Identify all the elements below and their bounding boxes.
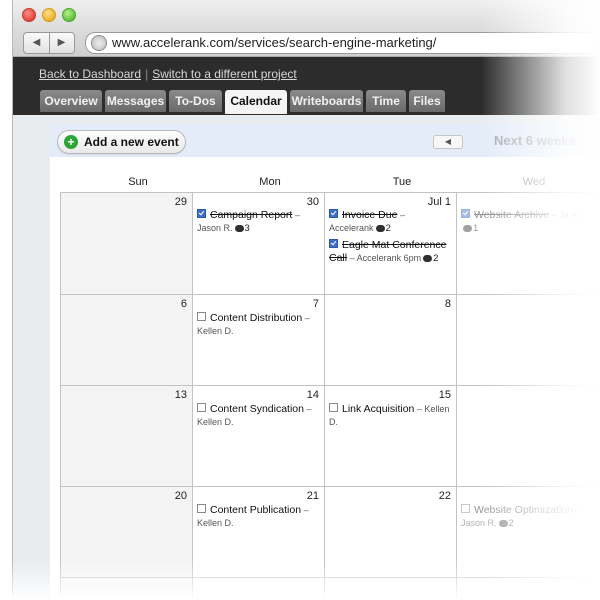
link-separator: | bbox=[145, 67, 149, 81]
event-title[interactable]: Invoice Due bbox=[342, 209, 397, 221]
event-title[interactable]: Campaign Report bbox=[210, 209, 292, 221]
grid-line bbox=[60, 294, 600, 295]
grid-line bbox=[60, 192, 61, 600]
event-title[interactable]: Website Archive bbox=[474, 209, 549, 221]
event-checkbox[interactable] bbox=[197, 312, 206, 321]
back-to-dashboard-link[interactable]: Back to Dashboard bbox=[39, 67, 141, 81]
event-title[interactable]: Content Publication bbox=[210, 504, 301, 516]
title-bar bbox=[13, 0, 600, 30]
previous-weeks-button[interactable]: ◀ bbox=[433, 135, 463, 149]
event-checkbox[interactable] bbox=[461, 504, 470, 513]
day-number: 29 bbox=[174, 196, 187, 208]
calendar-event[interactable]: Website Archive – Ja R. 1 bbox=[461, 209, 583, 235]
browser-toolbar: ◀ ▶ www.accelerank.com/services/search-e… bbox=[13, 30, 600, 57]
grid-line bbox=[60, 385, 600, 386]
comment-icon[interactable] bbox=[375, 225, 385, 232]
calendar-page: + Add a new event ◀ Next 6 weeks Sun Mon… bbox=[13, 115, 600, 600]
header-links: Back to Dashboard | Switch to a different … bbox=[39, 67, 297, 81]
event-checkbox[interactable] bbox=[197, 504, 206, 513]
app-header: Back to Dashboard | Switch to a different … bbox=[13, 57, 600, 115]
calendar-event[interactable]: Campaign Report – Jason R. 3 bbox=[197, 209, 319, 235]
day-number: 20 bbox=[174, 490, 187, 502]
event-checkbox[interactable] bbox=[329, 239, 338, 248]
calendar-toolbar: + Add a new event ◀ Next 6 weeks bbox=[50, 124, 600, 157]
forward-button[interactable]: ▶ bbox=[49, 33, 74, 53]
day-number: 6 bbox=[180, 298, 187, 310]
grid-line bbox=[60, 486, 600, 487]
tab-time[interactable]: Time bbox=[366, 90, 406, 112]
day-number: 15 bbox=[438, 389, 451, 401]
left-arrow-icon: ◀ bbox=[444, 137, 452, 146]
event-checkbox[interactable] bbox=[197, 403, 206, 412]
grid-line bbox=[324, 192, 325, 600]
grid-line bbox=[60, 577, 600, 578]
event-title[interactable]: Link Acquisition bbox=[342, 403, 414, 415]
event-title[interactable]: Content Distribution bbox=[210, 312, 302, 324]
grid-line bbox=[60, 192, 600, 193]
event-assignee: – Ja R. bbox=[549, 210, 581, 220]
day-header-tue: Tue bbox=[392, 176, 412, 188]
event-checkbox[interactable] bbox=[329, 403, 338, 412]
close-window-button[interactable] bbox=[22, 8, 36, 22]
add-event-button[interactable]: + Add a new event bbox=[57, 130, 186, 154]
event-checkbox[interactable] bbox=[461, 209, 470, 218]
day-header-wed: Wed bbox=[522, 176, 546, 188]
event-assignee: – Accelerank 6pm bbox=[347, 253, 422, 263]
comment-count[interactable]: 2 bbox=[386, 223, 391, 234]
comment-count[interactable]: 2 bbox=[433, 253, 438, 264]
event-checkbox[interactable] bbox=[197, 209, 206, 218]
minimize-window-button[interactable] bbox=[42, 8, 56, 22]
day-header-mon: Mon bbox=[259, 176, 281, 188]
event-title[interactable]: Website Optimization bbox=[474, 504, 573, 516]
day-header-sun: Sun bbox=[128, 176, 148, 188]
tab-calendar[interactable]: Calendar bbox=[225, 90, 287, 114]
grid-line bbox=[456, 192, 457, 600]
comment-count[interactable]: 3 bbox=[245, 223, 250, 234]
day-number: 13 bbox=[174, 389, 187, 401]
day-number: 22 bbox=[438, 490, 451, 502]
event-checkbox[interactable] bbox=[329, 209, 338, 218]
back-button[interactable]: ◀ bbox=[24, 33, 50, 53]
comment-icon[interactable] bbox=[498, 520, 508, 527]
plus-icon: + bbox=[64, 135, 78, 149]
day-number: 30 bbox=[306, 196, 319, 208]
browser-window: ◀ ▶ www.accelerank.com/services/search-e… bbox=[12, 0, 600, 600]
day-number: Jul 1 bbox=[427, 196, 451, 208]
calendar-event[interactable]: Eagle Mat Conference Call – Accelerank 6… bbox=[329, 239, 451, 265]
tab-messages[interactable]: Messages bbox=[105, 90, 166, 112]
comment-icon[interactable] bbox=[423, 255, 433, 262]
calendar-event[interactable]: Content Distribution – Kellen D. bbox=[197, 312, 319, 338]
calendar-event[interactable]: Invoice Due – Accelerank 2 bbox=[329, 209, 451, 235]
calendar-event[interactable]: Content Publication – Kellen D. bbox=[197, 504, 319, 530]
event-title[interactable]: Content Syndication bbox=[210, 403, 304, 415]
calendar-event[interactable]: Link Acquisition – Kellen D. bbox=[329, 403, 451, 429]
calendar-event[interactable]: Content Syndication – Kellen D. bbox=[197, 403, 319, 429]
day-number: 21 bbox=[306, 490, 319, 502]
tab-files[interactable]: Files bbox=[409, 90, 445, 112]
tab-todos[interactable]: To-Dos bbox=[169, 90, 222, 112]
forward-arrow-icon: ▶ bbox=[57, 37, 66, 48]
zoom-window-button[interactable] bbox=[62, 8, 76, 22]
add-event-label: Add a new event bbox=[84, 135, 179, 149]
switch-project-link[interactable]: Switch to a different project bbox=[152, 67, 297, 81]
day-number: 14 bbox=[306, 389, 319, 401]
comment-count[interactable]: 1 bbox=[473, 223, 478, 234]
day-number: 8 bbox=[444, 298, 451, 310]
back-arrow-icon: ◀ bbox=[32, 37, 41, 48]
calendar-event[interactable]: Website Optimization – Jason R. 2 bbox=[461, 504, 583, 530]
history-buttons: ◀ ▶ bbox=[23, 32, 75, 54]
next-weeks-link[interactable]: Next 6 weeks bbox=[494, 133, 576, 148]
tab-overview[interactable]: Overview bbox=[40, 90, 102, 112]
globe-icon bbox=[91, 35, 107, 51]
tab-writeboards[interactable]: Writeboards bbox=[290, 90, 363, 112]
comment-count[interactable]: 2 bbox=[509, 518, 514, 529]
calendar-grid: Sun Mon Tue Wed 29 30 Jul 1 Campaign Rep… bbox=[50, 157, 600, 600]
comment-icon[interactable] bbox=[463, 225, 472, 232]
address-bar[interactable]: www.accelerank.com/services/search-engin… bbox=[85, 32, 597, 54]
day-number: 7 bbox=[312, 298, 319, 310]
url-text: www.accelerank.com/services/search-engin… bbox=[112, 35, 437, 50]
comment-icon[interactable] bbox=[234, 225, 244, 232]
grid-line bbox=[192, 192, 193, 600]
